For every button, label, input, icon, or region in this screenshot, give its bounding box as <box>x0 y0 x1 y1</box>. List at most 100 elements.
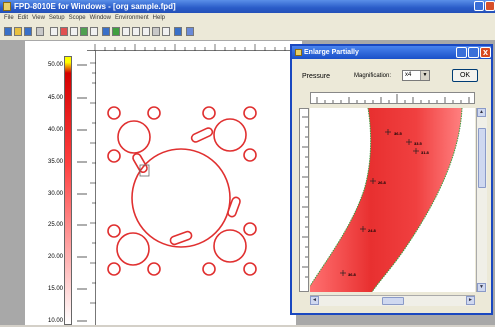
minimize-icon[interactable] <box>456 47 467 58</box>
ring <box>107 262 121 276</box>
vertical-scroll-thumb[interactable] <box>478 128 486 188</box>
scale-label: 40.00 <box>47 127 63 133</box>
ring <box>147 106 161 120</box>
scroll-left-icon[interactable]: ◄ <box>310 296 319 305</box>
pressure-band <box>310 108 462 292</box>
point-value: 24.8 <box>368 228 377 233</box>
ring <box>107 149 121 163</box>
point-value: 36.8 <box>348 272 357 277</box>
ring <box>243 148 257 162</box>
scroll-down-icon[interactable]: ▼ <box>477 283 486 292</box>
dropdown-arrow-icon[interactable]: ▼ <box>420 71 429 80</box>
tool-icon-1[interactable] <box>50 27 58 36</box>
tool-icon-10[interactable] <box>142 27 150 36</box>
tool-icon-5[interactable] <box>90 27 98 36</box>
scale-label: 20.00 <box>47 254 63 260</box>
scale-label: 15.00 <box>47 286 63 292</box>
point-value: 26.8 <box>378 180 387 185</box>
ring <box>107 106 121 120</box>
close-icon[interactable]: x <box>480 47 491 58</box>
menu-scope[interactable]: Scope <box>69 13 86 24</box>
ring <box>243 106 257 120</box>
tool-icon-11[interactable] <box>152 27 160 36</box>
ring <box>202 262 216 276</box>
scale-label: 25.00 <box>47 222 63 228</box>
dialog-title: Enlarge Partially <box>304 49 359 56</box>
ring <box>147 262 161 276</box>
menu-file[interactable]: File <box>4 13 14 24</box>
ring <box>107 224 121 238</box>
window-title: FPD-8010E for Windows - [org sample.fpd] <box>14 2 176 11</box>
tool-icon-2[interactable] <box>60 27 68 36</box>
scroll-up-icon[interactable]: ▲ <box>477 108 486 117</box>
ring <box>202 106 216 120</box>
main-title-bar: FPD-8010E for Windows - [org sample.fpd] <box>0 0 495 13</box>
tool-icon-4[interactable] <box>80 27 88 36</box>
horizontal-scroll-thumb[interactable] <box>382 297 404 305</box>
minimize-icon[interactable] <box>474 1 484 11</box>
enlarged-pattern: 36.5 33.5 31.8 26.8 24.8 36.8 <box>310 108 463 292</box>
ring <box>213 118 247 152</box>
dialog-app-icon <box>295 49 302 56</box>
magnification-label: Magnification: <box>354 73 392 79</box>
scale-label: 30.00 <box>47 191 63 197</box>
magnification-select[interactable]: x4 ▼ <box>402 70 430 81</box>
ring <box>243 222 257 236</box>
ring <box>116 232 150 266</box>
tool-icon-12[interactable] <box>162 27 170 36</box>
menu-edit[interactable]: Edit <box>18 13 28 24</box>
center-ring <box>131 148 231 248</box>
enlarged-pressure-view[interactable]: 36.5 33.5 31.8 26.8 24.8 36.8 <box>310 108 475 292</box>
magnification-value: x4 <box>405 72 412 78</box>
pressure-canvas[interactable] <box>96 51 296 325</box>
scale-label: 50.00 <box>47 62 63 68</box>
ring <box>243 262 257 276</box>
point-value: 36.5 <box>394 131 403 136</box>
point-value: 33.5 <box>414 141 423 146</box>
vertical-ruler <box>87 51 96 325</box>
pill <box>190 127 214 143</box>
point-value: 31.8 <box>421 150 430 155</box>
scale-label: 45.00 <box>47 95 63 101</box>
pill <box>227 196 241 218</box>
ring <box>117 120 151 154</box>
pressure-pattern <box>107 106 257 276</box>
menu-environment[interactable]: Environment <box>115 13 149 24</box>
menu-view[interactable]: View <box>32 13 45 24</box>
print-icon[interactable] <box>36 27 44 36</box>
scale-label: 35.00 <box>47 159 63 165</box>
tool-icon-7[interactable] <box>112 27 120 36</box>
vertical-scrollbar[interactable]: ▲ ▼ <box>476 108 487 292</box>
pressure-scale-panel: 50.00 45.00 40.00 35.00 30.00 25.00 20.0… <box>25 41 89 325</box>
open-icon[interactable] <box>14 27 22 36</box>
menu-setup[interactable]: Setup <box>49 13 65 24</box>
dialog-horizontal-ruler <box>310 92 475 104</box>
scroll-right-icon[interactable]: ► <box>466 296 475 305</box>
menu-help[interactable]: Help <box>153 13 165 24</box>
menu-window[interactable]: Window <box>90 13 111 24</box>
menu-bar: File Edit View Setup Scope Window Environment H… <box>0 13 495 24</box>
tool-icon-9[interactable] <box>132 27 140 36</box>
tool-icon-8[interactable] <box>122 27 130 36</box>
toolbar <box>0 24 495 41</box>
pressure-color-bar <box>64 56 72 325</box>
ring <box>213 229 247 263</box>
scale-label: 10.00 <box>47 318 63 324</box>
new-icon[interactable] <box>4 27 12 36</box>
dialog-vertical-ruler <box>299 108 309 292</box>
help-icon[interactable] <box>186 27 194 36</box>
maximize-icon[interactable] <box>468 47 479 58</box>
horizontal-scrollbar[interactable]: ◄ ► <box>310 295 475 306</box>
tool-icon-13[interactable] <box>174 27 182 36</box>
tool-icon-3[interactable] <box>70 27 78 36</box>
save-icon[interactable] <box>24 27 32 36</box>
horizontal-ruler <box>87 41 302 51</box>
app-icon <box>3 2 11 11</box>
enlarge-partially-dialog: Enlarge Partially x Pressure Magnificati… <box>290 44 493 315</box>
tool-icon-6[interactable] <box>102 27 110 36</box>
close-icon[interactable] <box>485 1 495 11</box>
ok-button[interactable]: OK <box>452 69 478 82</box>
pressure-label: Pressure <box>302 73 331 80</box>
dialog-title-bar: Enlarge Partially x <box>292 46 491 59</box>
pill <box>169 230 193 246</box>
